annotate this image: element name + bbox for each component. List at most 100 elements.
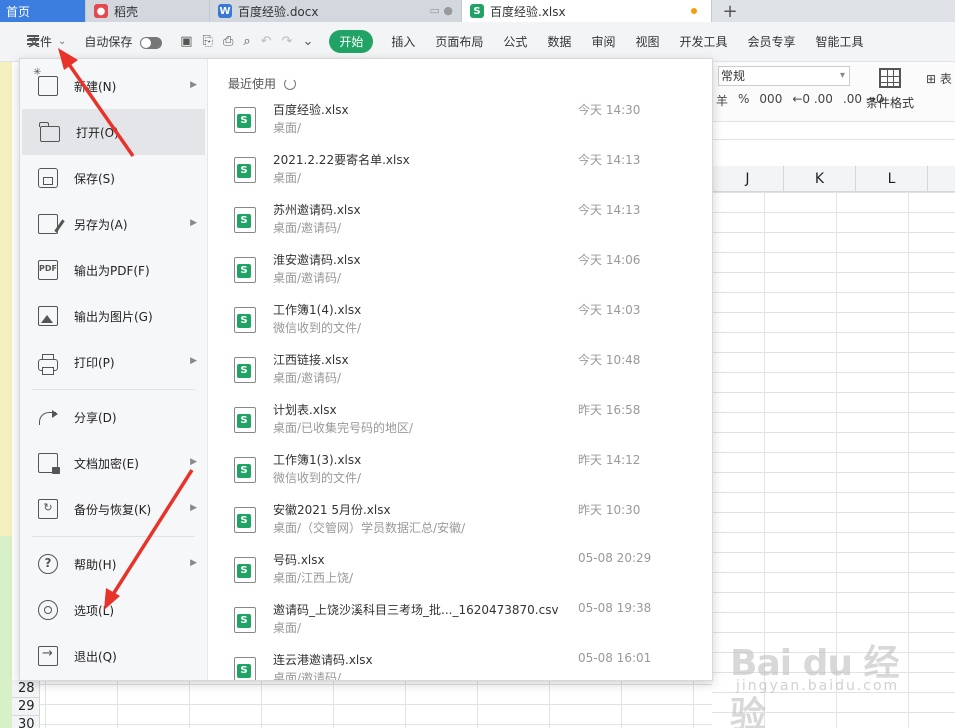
table-style-button[interactable]: ⊞ 表	[926, 66, 952, 92]
recent-file-name: 号码.xlsx	[273, 553, 325, 567]
menu-item-new[interactable]: 新建(N) ▶	[20, 63, 207, 109]
recent-file-time: 今天 14:03	[578, 303, 641, 317]
menu-item-save-as[interactable]: 另存为(A) ▶	[20, 201, 207, 247]
tab-word-doc[interactable]: W 百度经验.docx ▭ ●	[210, 0, 462, 22]
recent-file-name: 计划表.xlsx	[273, 403, 337, 417]
menu-item-label: 帮助(H)	[74, 557, 117, 572]
recent-file-path: 桌面/已收集完号码的地区/	[273, 421, 414, 435]
recent-file-item[interactable]: 百度经验.xlsx 桌面/今天 14:30	[208, 99, 698, 149]
column-header[interactable]: L	[856, 166, 928, 191]
menu-item-label: 选项(L)	[74, 603, 115, 618]
thousands-button[interactable]: 000	[759, 92, 782, 109]
recent-file-time: 今天 14:06	[578, 253, 641, 267]
conditional-format-button[interactable]: 条件格式	[860, 68, 920, 111]
menu-item-export-image[interactable]: 输出为图片(G)	[20, 293, 207, 339]
tab-member[interactable]: 会员专享	[737, 33, 805, 50]
new-tab-button[interactable]: +	[712, 0, 748, 22]
cell-grid-bottom[interactable]	[40, 680, 712, 728]
tab-excel-doc[interactable]: S 百度经验.xlsx	[462, 0, 712, 22]
chevron-right-icon: ▶	[190, 558, 197, 568]
print-icon[interactable]: ⎙	[223, 34, 233, 49]
menu-item-encrypt[interactable]: 文档加密(E) ▶	[20, 440, 207, 486]
recent-file-item[interactable]: 连云港邀请码.xlsx 桌面/邀请码/05-08 16:01	[208, 649, 698, 680]
tab-bar: 首页 ● 稻壳 W 百度经验.docx ▭ ● S 百度经验.xlsx +	[0, 0, 955, 22]
recent-file-item[interactable]: 2021.2.22要寄名单.xlsx 桌面/今天 14:13	[208, 149, 698, 199]
menu-item-label: 新建(N)	[74, 79, 117, 94]
recent-file-item[interactable]: 安徽2021 5月份.xlsx 桌面/（交管网）学员数据汇总/安徽/昨天 10:3…	[208, 499, 698, 549]
formula-bar[interactable]	[712, 126, 955, 140]
tab-insert[interactable]: 插入	[381, 33, 425, 50]
docer-icon: ●	[94, 4, 108, 18]
menu-item-save[interactable]: 保存(S)	[20, 155, 207, 201]
redo-icon[interactable]: ↷	[282, 34, 293, 49]
column-header[interactable]: J	[712, 166, 784, 191]
tab-review[interactable]: 审阅	[581, 33, 625, 50]
column-header[interactable]: M	[928, 166, 955, 191]
menu-item-share[interactable]: 分享(D)	[20, 394, 207, 440]
menu-item-exit[interactable]: 退出(Q)	[20, 633, 207, 679]
menu-item-print[interactable]: 打印(P) ▶	[20, 339, 207, 385]
recent-file-name: 工作簿1(4).xlsx	[273, 303, 362, 317]
unsaved-dot-icon	[691, 8, 697, 14]
save-icon[interactable]: ▣	[180, 34, 192, 49]
tab-word-label: 百度经验.docx	[238, 4, 319, 19]
row-header[interactable]: 28	[12, 680, 39, 698]
excel-file-icon	[234, 357, 256, 383]
row-header[interactable]: 29	[12, 698, 39, 716]
row-header[interactable]: 30	[12, 716, 39, 728]
tab-data[interactable]: 数据	[537, 33, 581, 50]
file-menu-dropdown: 新建(N) ▶ 打开(O) 保存(S) 另存为(A) ▶ PDF 输出为PDF(…	[19, 58, 713, 681]
tab-start[interactable]: 开始	[329, 30, 374, 53]
undo-icon[interactable]: ↶	[261, 34, 272, 49]
menu-item-open[interactable]: 打开(O)	[22, 109, 205, 155]
chevron-right-icon: ▶	[190, 218, 197, 228]
tab-smart-tools[interactable]: 智能工具	[806, 33, 874, 50]
recent-file-path: 桌面/	[273, 171, 302, 185]
monitor-icon: ▭ ●	[429, 4, 454, 17]
column-header[interactable]: K	[784, 166, 856, 191]
tab-page-layout[interactable]: 页面布局	[425, 33, 493, 50]
tab-home[interactable]: 首页	[0, 0, 86, 22]
menu-item-label: 输出为图片(G)	[74, 309, 153, 324]
menu-item-label: 保存(S)	[74, 171, 115, 186]
more-icon[interactable]: ⌄	[302, 34, 313, 49]
recent-file-item[interactable]: 工作簿1(4).xlsx 微信收到的文件/今天 14:03	[208, 299, 698, 349]
recent-file-time: 今天 14:13	[578, 203, 641, 217]
recent-file-time: 昨天 14:12	[578, 453, 641, 467]
recent-file-item[interactable]: 淮安邀请码.xlsx 桌面/邀请码/今天 14:06	[208, 249, 698, 299]
menu-item-backup[interactable]: ↻ 备份与恢复(K) ▶	[20, 486, 207, 532]
increase-decimal-button[interactable]: ←0 .00	[792, 92, 833, 109]
excel-file-icon	[234, 607, 256, 633]
ribbon: 文件 ⌄ 自动保存 ▣ ⎘ ⎙ ⌕ ↶ ↷ ⌄ 开始 插入 页面布局 公式 数据…	[0, 22, 955, 62]
export-icon[interactable]: ⎘	[203, 34, 213, 49]
menu-item-help[interactable]: ? 帮助(H) ▶	[20, 541, 207, 587]
tab-docer[interactable]: ● 稻壳	[86, 0, 210, 22]
menu-item-label: 文档加密(E)	[74, 456, 139, 471]
recent-file-path: 桌面/邀请码/	[273, 671, 342, 680]
recent-file-item[interactable]: 计划表.xlsx 桌面/已收集完号码的地区/昨天 16:58	[208, 399, 698, 449]
tab-formula[interactable]: 公式	[493, 33, 537, 50]
recent-file-item[interactable]: 江西链接.xlsx 桌面/邀请码/今天 10:48	[208, 349, 698, 399]
refresh-icon[interactable]	[284, 77, 297, 90]
tab-view[interactable]: 视图	[625, 33, 669, 50]
recent-file-item[interactable]: 号码.xlsx 桌面/江西上饶/05-08 20:29	[208, 549, 698, 599]
recent-file-path: 桌面/（交管网）学员数据汇总/安徽/	[273, 521, 466, 535]
excel-file-icon	[234, 507, 256, 533]
recent-file-name: 苏州邀请码.xlsx	[273, 203, 361, 217]
recent-file-time: 今天 10:48	[578, 353, 641, 367]
menu-item-export-pdf[interactable]: PDF 输出为PDF(F)	[20, 247, 207, 293]
recent-file-item[interactable]: 邀请码_上饶沙溪科目三考场_批..._1620473870.csv 桌面/05-0…	[208, 599, 698, 649]
print-preview-icon[interactable]: ⌕	[243, 34, 250, 49]
menu-item-options[interactable]: 选项(L)	[20, 587, 207, 633]
print-icon	[38, 354, 58, 375]
chevron-down-icon: ⌄	[58, 36, 67, 47]
recent-file-item[interactable]: 苏州邀请码.xlsx 桌面/邀请码/今天 14:13	[208, 199, 698, 249]
percent-button[interactable]: %	[738, 92, 749, 109]
recent-file-item[interactable]: 工作簿1(3).xlsx 微信收到的文件/昨天 14:12	[208, 449, 698, 499]
number-format-select[interactable]: 常规	[718, 66, 850, 86]
autosave-toggle[interactable]: 自动保存	[74, 33, 172, 50]
tab-developer[interactable]: 开发工具	[669, 33, 737, 50]
recent-title: 最近使用	[228, 77, 277, 91]
currency-button[interactable]: 羊	[716, 92, 728, 109]
exit-icon	[38, 646, 58, 666]
